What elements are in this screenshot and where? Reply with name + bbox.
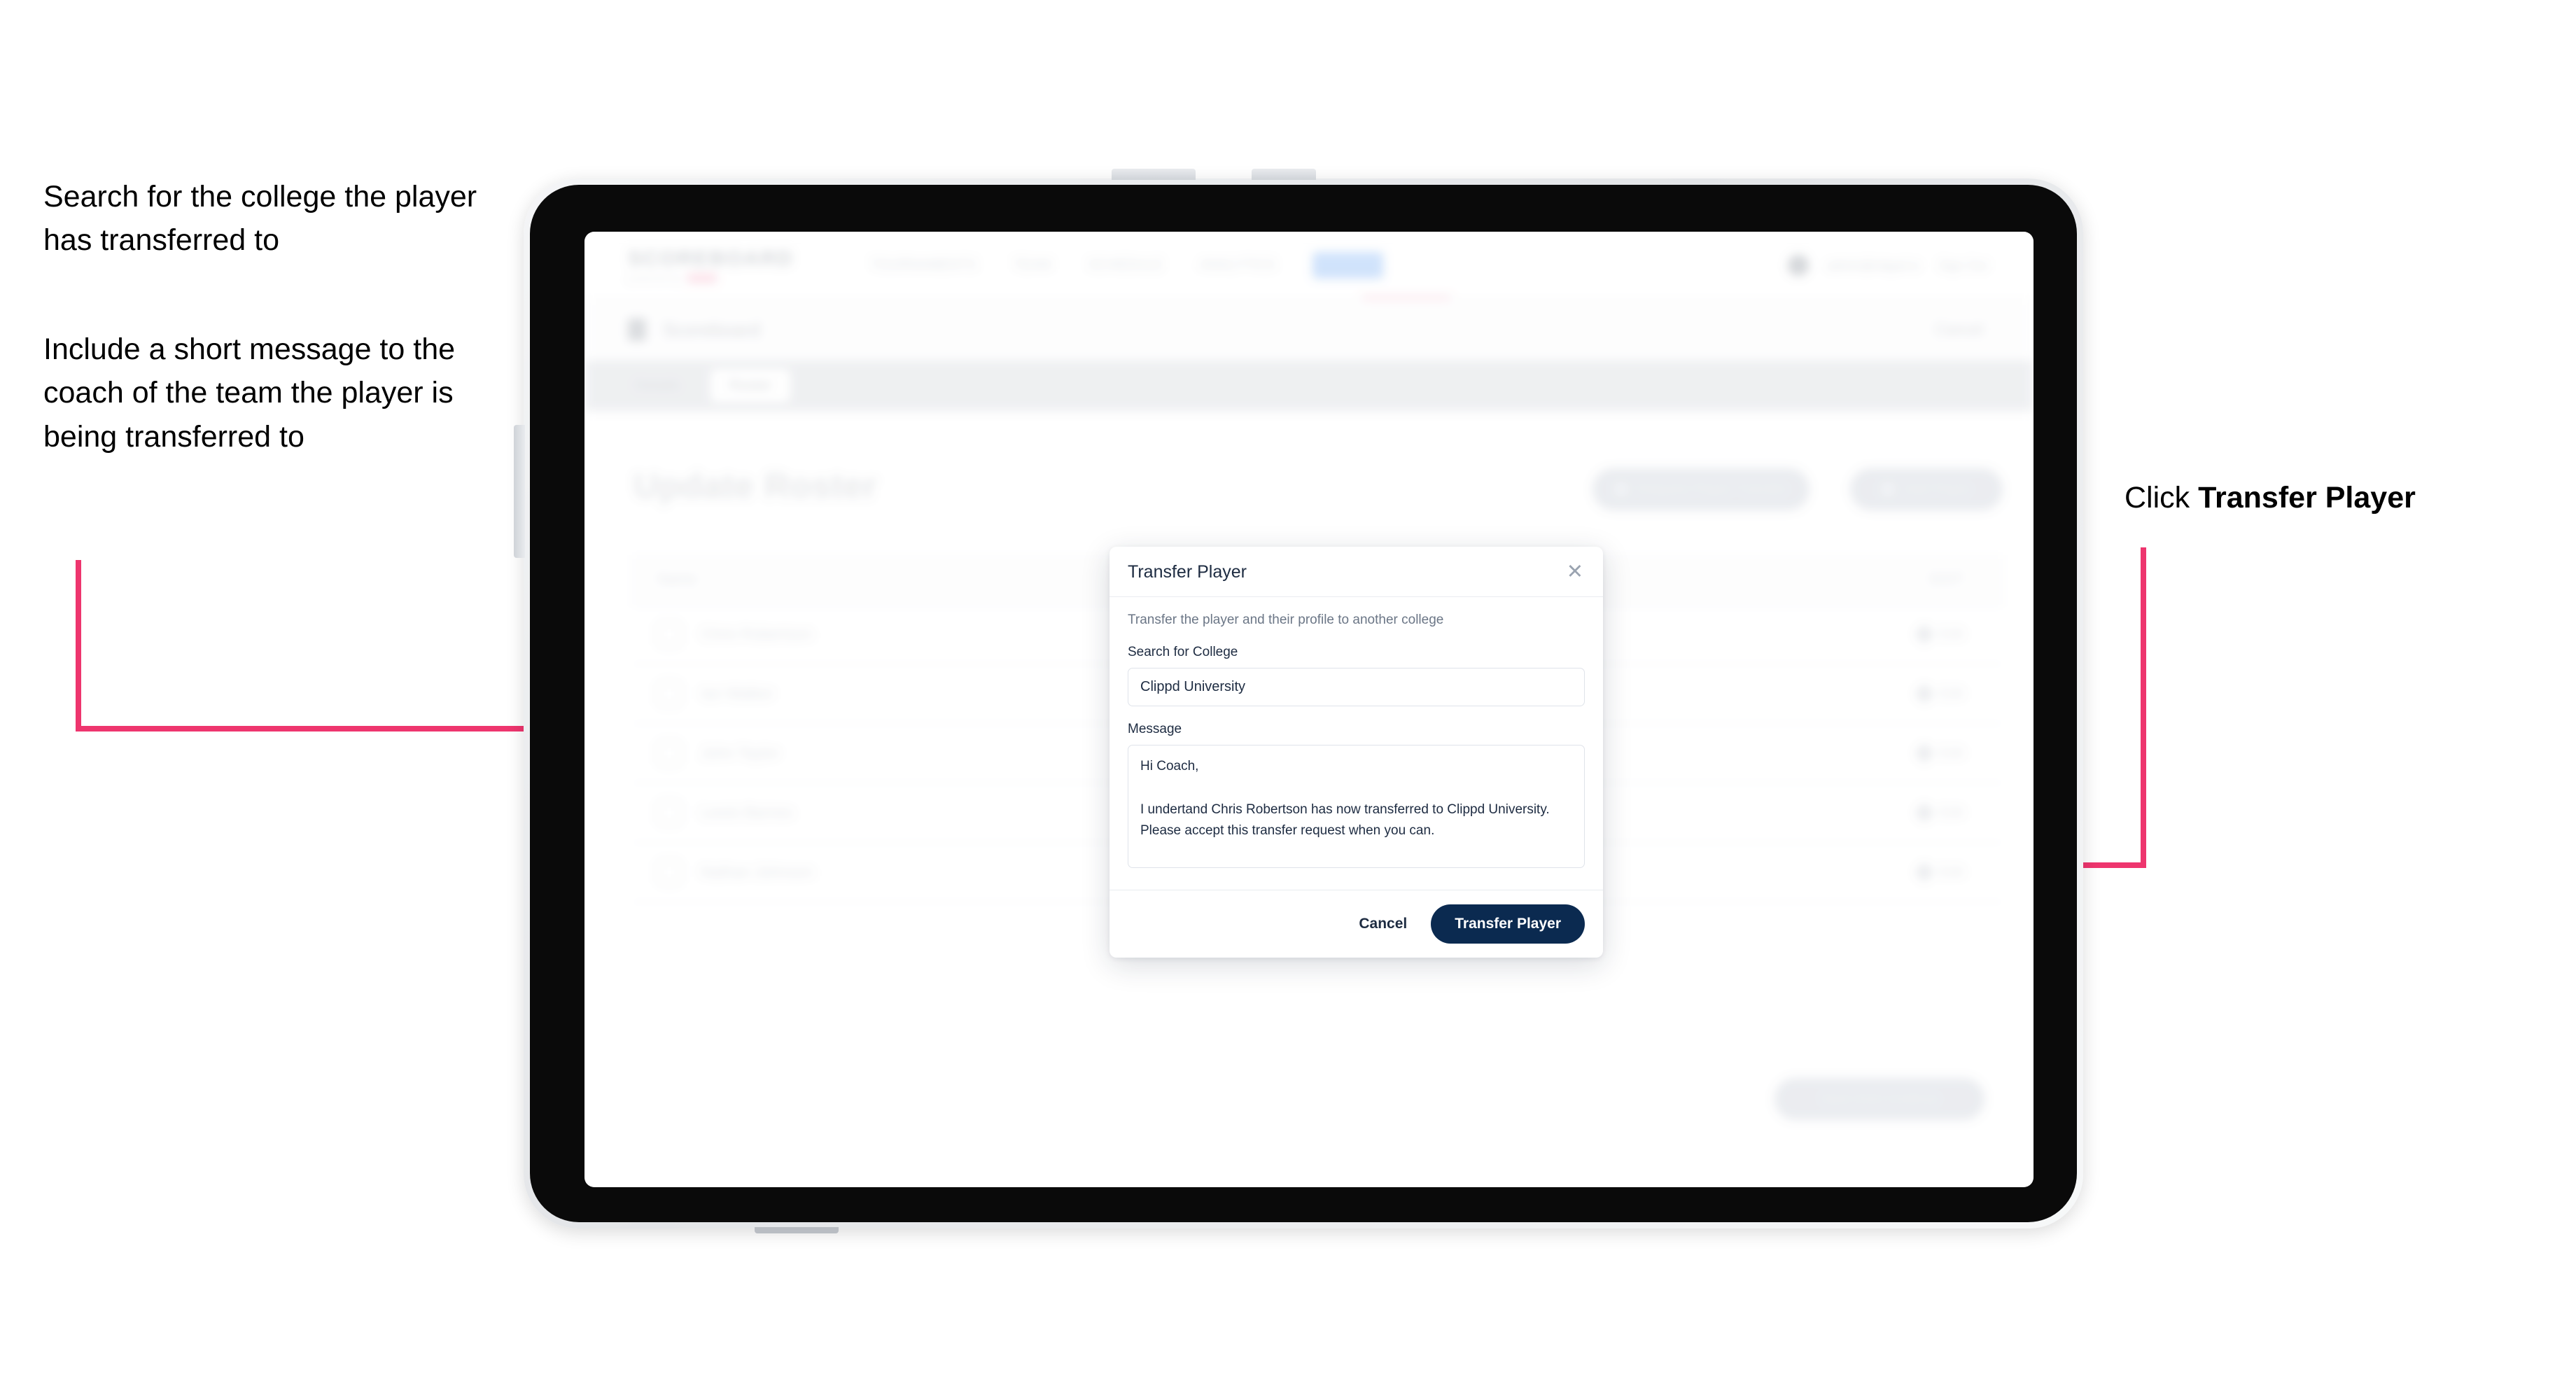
cancel-button[interactable]: Cancel	[1354, 915, 1411, 933]
search-college-input[interactable]	[1128, 668, 1585, 706]
power-button[interactable]	[1112, 169, 1196, 180]
volume-button[interactable]	[1252, 169, 1316, 180]
dialog-header: Transfer Player ✕	[1110, 547, 1603, 597]
dialog-title: Transfer Player	[1128, 562, 1247, 582]
annotation-include-message: Include a short message to the coach of …	[43, 332, 456, 454]
annotation-right-bold: Transfer Player	[2198, 481, 2416, 514]
dialog-body: Transfer the player and their profile to…	[1110, 597, 1603, 890]
close-icon[interactable]: ✕	[1565, 562, 1585, 582]
tablet-screen: SCOREBOARD powered by TOURNAMENTS TEAM S…	[584, 232, 2033, 1187]
annotation-right-prefix: Click	[2124, 481, 2199, 514]
annotation-arrow-left-vertical	[76, 560, 81, 732]
side-button[interactable]	[514, 425, 525, 558]
transfer-player-dialog: Transfer Player ✕ Transfer the player an…	[1110, 547, 1603, 958]
annotation-arrow-right-vertical	[2141, 547, 2146, 868]
annotation-search-college: Search for the college the player has tr…	[43, 180, 477, 258]
tablet-bezel: SCOREBOARD powered by TOURNAMENTS TEAM S…	[530, 185, 2077, 1222]
tablet-device-frame: SCOREBOARD powered by TOURNAMENTS TEAM S…	[514, 169, 2083, 1233]
annotation-click-transfer: Click Transfer Player	[2124, 476, 2558, 519]
field-spacer	[1128, 706, 1585, 722]
college-field-label: Search for College	[1128, 645, 1238, 659]
message-textarea[interactable]	[1128, 745, 1585, 868]
dialog-description: Transfer the player and their profile to…	[1128, 612, 1444, 627]
dialog-footer: Cancel Transfer Player	[1110, 890, 1603, 958]
connector-port	[755, 1227, 839, 1233]
message-field-label: Message	[1128, 722, 1182, 736]
transfer-player-button[interactable]: Transfer Player	[1431, 904, 1585, 944]
